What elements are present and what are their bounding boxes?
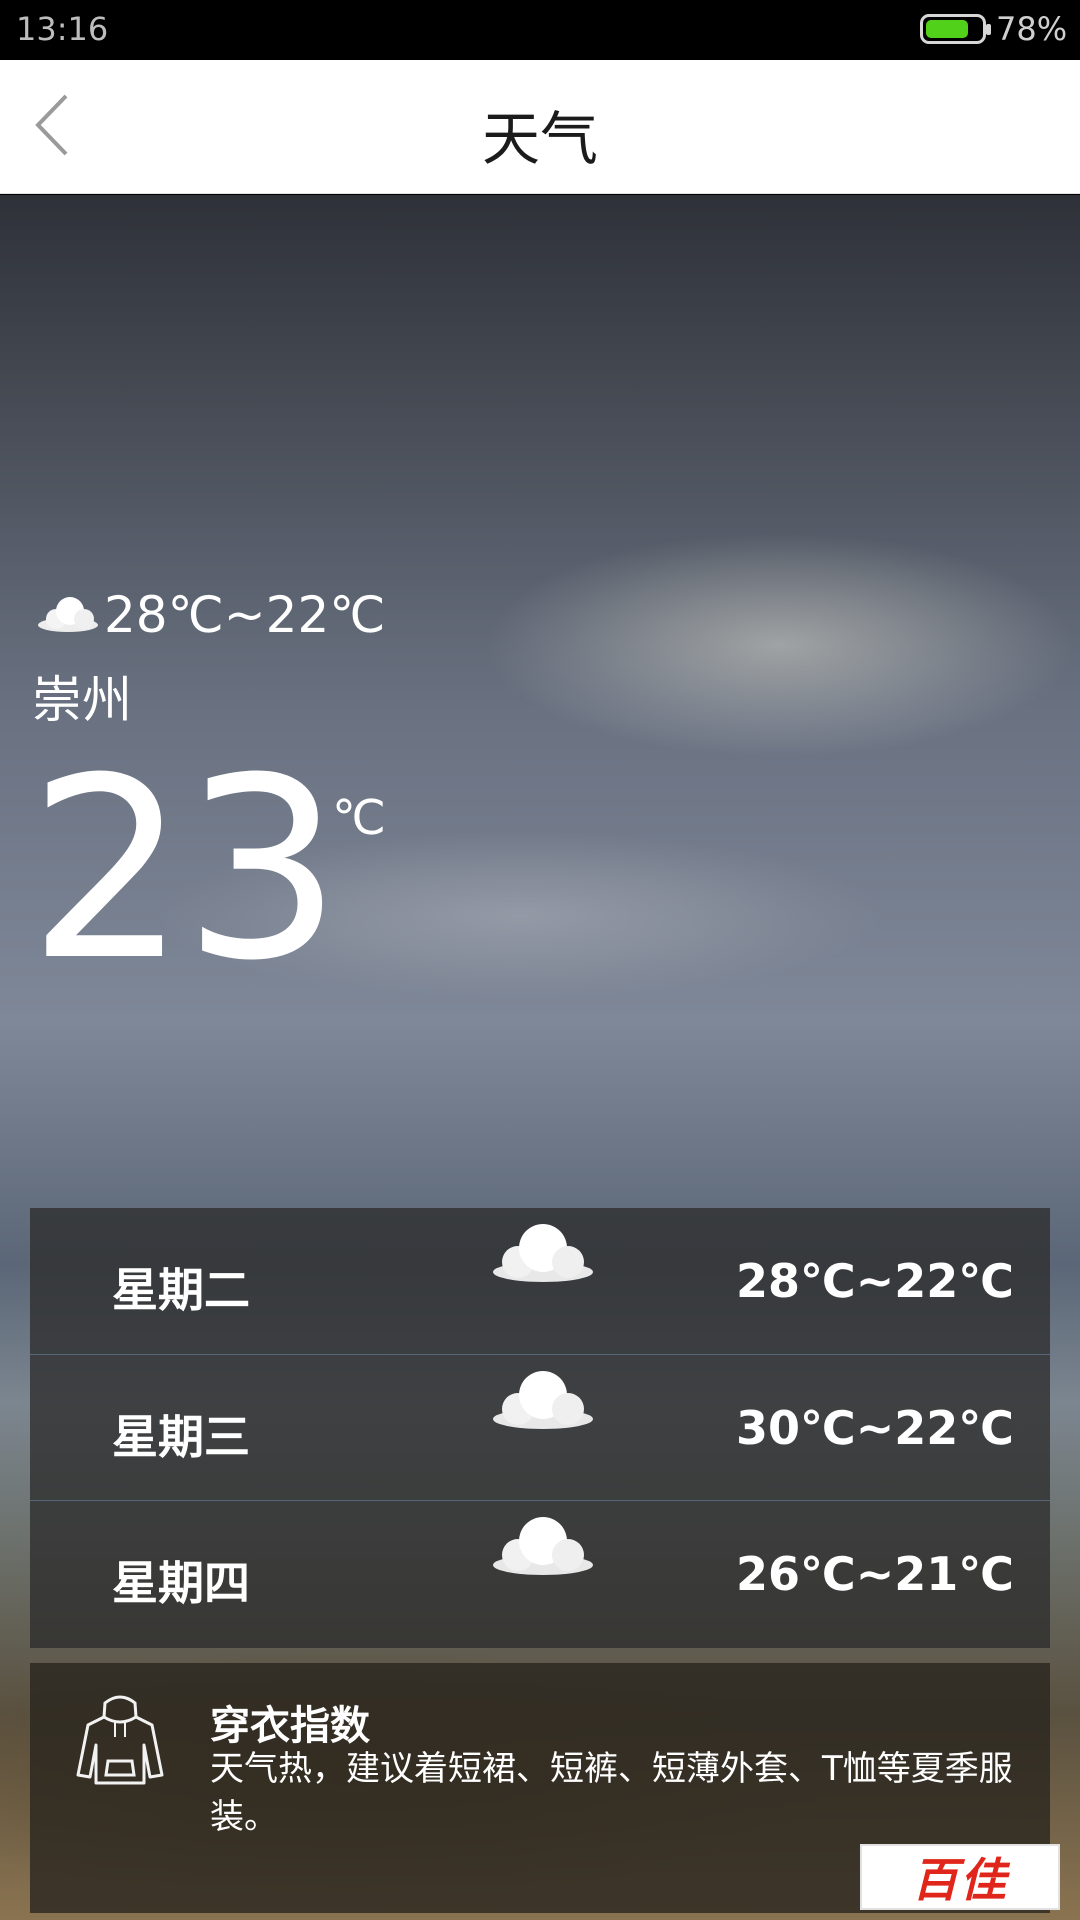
- status-bar: 13:16 78%: [0, 0, 1080, 60]
- forecast-day: 星期三: [112, 1410, 250, 1464]
- page-title: 天气: [481, 105, 598, 173]
- cloud-icon: [493, 1224, 593, 1282]
- forecast-temp-range: 26℃~21℃: [736, 1547, 1014, 1601]
- watermark-logo-text: 百佳: [912, 1853, 1008, 1907]
- clothing-index-text: 天气热，建议着短裙、短裤、短薄外套、T恤等夏季服装。: [210, 1749, 1013, 1837]
- current-temperature: 23: [28, 724, 342, 1015]
- status-time: 13:16: [16, 10, 109, 48]
- forecast-temp-range: 30℃~22℃: [736, 1401, 1014, 1455]
- app-bar: 天气: [0, 60, 1080, 194]
- weather-background: [0, 195, 1080, 1920]
- today-summary: 28℃~22℃: [36, 580, 385, 650]
- today-temp-range: 28℃~22℃: [104, 586, 386, 644]
- forecast-row[interactable]: 星期三 30℃~22℃: [30, 1354, 1050, 1500]
- forecast-day: 星期四: [112, 1556, 250, 1610]
- cloud-icon: [493, 1371, 593, 1429]
- forecast-row[interactable]: 星期二 28℃~22℃: [30, 1208, 1050, 1354]
- cloud-icon: [38, 597, 98, 632]
- hoodie-icon: [76, 1695, 164, 1785]
- forecast-day: 星期二: [112, 1263, 250, 1317]
- forecast-temp-range: 28℃~22℃: [736, 1254, 1014, 1308]
- cloud-icon: [493, 1517, 593, 1575]
- watermark-logo: 百佳: [860, 1844, 1060, 1910]
- temperature-unit: ℃: [332, 790, 386, 846]
- forecast-row[interactable]: 星期四 26℃~21℃: [30, 1500, 1050, 1646]
- battery-level-fill: [926, 20, 968, 38]
- clothing-index-title: 穿衣指数: [210, 1703, 370, 1749]
- forecast-list: 星期二 28℃~22℃ 星期三 30℃~22℃ 星期四 26℃~21℃: [30, 1208, 1050, 1648]
- battery-icon: [920, 14, 991, 44]
- city-name: 崇州: [32, 671, 132, 729]
- battery-percent: 78%: [996, 10, 1068, 48]
